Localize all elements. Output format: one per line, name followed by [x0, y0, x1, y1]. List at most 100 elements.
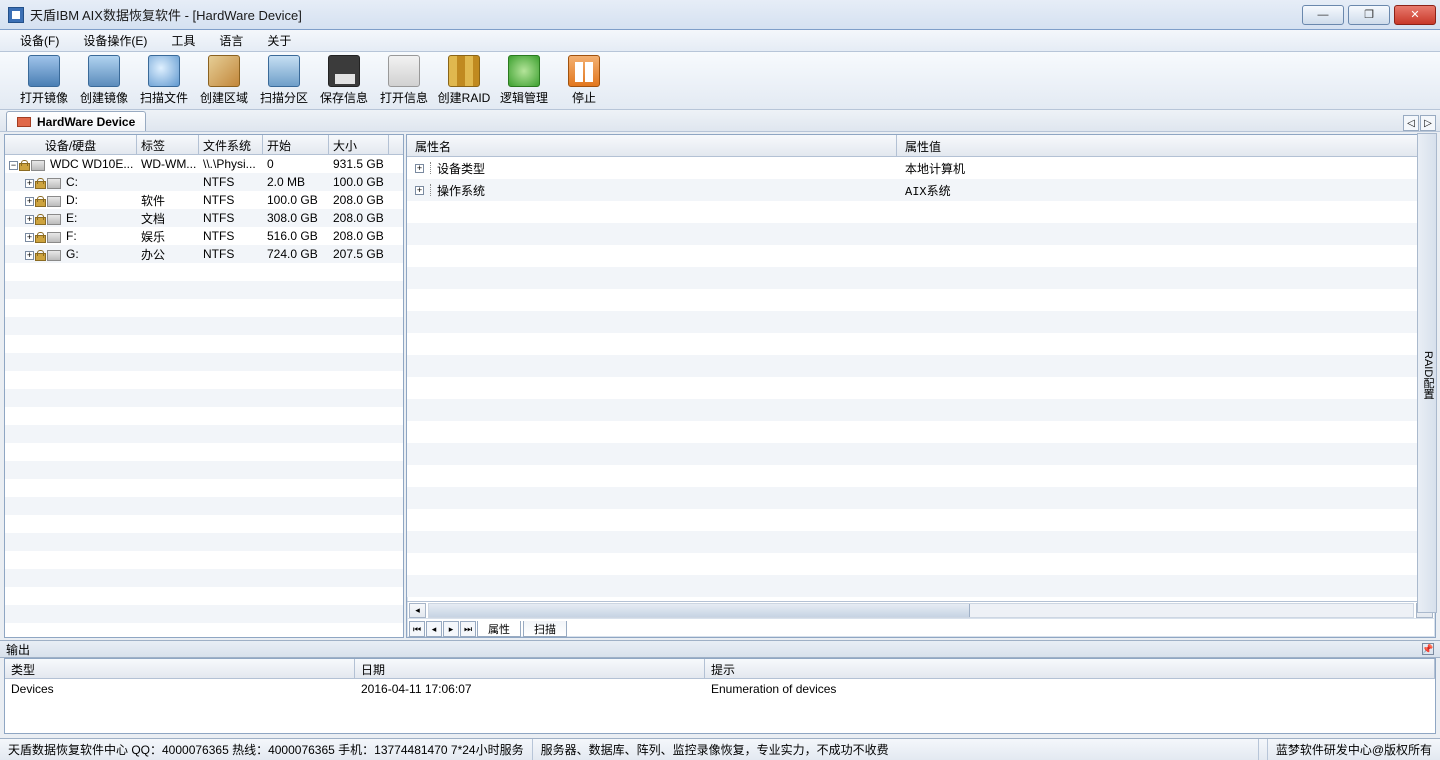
tb-open-info[interactable]: 打开信息	[374, 55, 434, 106]
hscrollbar[interactable]: ◂ ▸	[407, 602, 1435, 619]
device-grid-header: 设备/硬盘 标签 文件系统 开始 大小	[5, 135, 403, 155]
property-row-empty	[407, 443, 1435, 465]
tab-attributes[interactable]: 属性	[477, 621, 521, 637]
tab-hardware-device[interactable]: HardWare Device	[6, 111, 146, 131]
floppy-icon	[328, 55, 360, 87]
col-start[interactable]: 开始	[263, 135, 329, 154]
minimize-button[interactable]: —	[1302, 5, 1344, 25]
col-tag[interactable]: 标签	[137, 135, 199, 154]
table-row[interactable]: +C:NTFS2.0 MB100.0 GB	[5, 173, 403, 191]
document-tab-row: HardWare Device ◁ ▷	[0, 110, 1440, 132]
table-row-empty	[5, 533, 403, 551]
property-row-empty	[407, 311, 1435, 333]
tb-create-raid[interactable]: 创建RAID	[434, 55, 494, 106]
cell-size: 207.5 GB	[329, 246, 389, 262]
expand-icon[interactable]: +	[415, 164, 424, 173]
cell-fs: NTFS	[199, 228, 263, 244]
tb-stop[interactable]: 停止	[554, 55, 614, 106]
doctab-next[interactable]: ▷	[1420, 115, 1436, 131]
close-button[interactable]: ✕	[1394, 5, 1436, 25]
property-row-empty	[407, 201, 1435, 223]
property-row[interactable]: +操作系统AIX系统	[407, 179, 1435, 201]
lock-icon	[35, 196, 44, 207]
cell-tag: 软件	[137, 191, 199, 210]
volume-icon	[47, 250, 61, 261]
property-body[interactable]: +设备类型本地计算机+操作系统AIX系统	[407, 157, 1435, 601]
tb-scan-partition[interactable]: 扫描分区	[254, 55, 314, 106]
table-row-empty	[5, 587, 403, 605]
col-out-hint[interactable]: 提示	[705, 659, 1435, 678]
menu-tools[interactable]: 工具	[165, 30, 201, 51]
tb-logic-mgmt[interactable]: 逻辑管理	[494, 55, 554, 106]
tab-nav-first[interactable]: ⏮	[409, 621, 425, 637]
property-row-empty	[407, 333, 1435, 355]
menu-device[interactable]: 设备(F)	[14, 30, 65, 51]
expand-icon[interactable]: +	[25, 233, 34, 242]
scroll-left[interactable]: ◂	[409, 603, 426, 618]
tab-scan[interactable]: 扫描	[523, 621, 567, 637]
cell-fs: \\.\Physi...	[199, 156, 263, 172]
property-row-empty	[407, 421, 1435, 443]
tb-scan-files[interactable]: 扫描文件	[134, 55, 194, 106]
table-row[interactable]: +G:办公NTFS724.0 GB207.5 GB	[5, 245, 403, 263]
cell-device: G:	[66, 247, 79, 261]
cell-start: 516.0 GB	[263, 228, 329, 244]
expand-icon[interactable]: +	[25, 215, 34, 224]
expand-icon[interactable]: +	[415, 186, 424, 195]
table-row[interactable]: −WDC WD10E...WD-WM...\\.\Physi...0931.5 …	[5, 155, 403, 173]
col-prop-name[interactable]: 属性名	[407, 135, 897, 156]
tb-create-image[interactable]: 创建镜像	[74, 55, 134, 106]
table-row-empty	[5, 515, 403, 533]
tab-nav-last[interactable]: ⏭	[460, 621, 476, 637]
device-grid-body[interactable]: −WDC WD10E...WD-WM...\\.\Physi...0931.5 …	[5, 155, 403, 637]
property-row-empty	[407, 553, 1435, 575]
expand-icon[interactable]: −	[9, 161, 18, 170]
cell-start: 100.0 GB	[263, 192, 329, 208]
output-row[interactable]: Devices 2016-04-11 17:06:07 Enumeration …	[5, 679, 1435, 699]
scroll-thumb[interactable]	[429, 604, 970, 617]
col-device[interactable]: 设备/硬盘	[5, 135, 137, 154]
doctab-prev[interactable]: ◁	[1403, 115, 1419, 131]
tab-nav-next[interactable]: ▸	[443, 621, 459, 637]
cell-start: 2.0 MB	[263, 174, 329, 190]
expand-icon[interactable]: +	[25, 197, 34, 206]
cell-tag: 文档	[137, 209, 199, 228]
table-row-empty	[5, 389, 403, 407]
maximize-button[interactable]: ❐	[1348, 5, 1390, 25]
table-row[interactable]: +F:娱乐NTFS516.0 GB208.0 GB	[5, 227, 403, 245]
output-panel: 类型 日期 提示 Devices 2016-04-11 17:06:07 Enu…	[4, 658, 1436, 734]
table-row[interactable]: +D:软件NTFS100.0 GB208.0 GB	[5, 191, 403, 209]
lock-icon	[35, 178, 44, 189]
table-row-empty	[5, 551, 403, 569]
menu-about[interactable]: 关于	[261, 30, 297, 51]
property-row[interactable]: +设备类型本地计算机	[407, 157, 1435, 179]
menu-lang[interactable]: 语言	[213, 30, 249, 51]
tab-label: HardWare Device	[37, 115, 135, 129]
col-size[interactable]: 大小	[329, 135, 389, 154]
col-fs[interactable]: 文件系统	[199, 135, 263, 154]
expand-icon[interactable]: +	[25, 251, 34, 260]
tb-create-region[interactable]: 创建区域	[194, 55, 254, 106]
raid-side-tab[interactable]: RAID配置	[1417, 133, 1437, 613]
page-open-icon	[388, 55, 420, 87]
table-row[interactable]: +E:文档NTFS308.0 GB208.0 GB	[5, 209, 403, 227]
cell-device: D:	[66, 193, 78, 207]
disk-icon	[28, 55, 60, 87]
tb-save-info[interactable]: 保存信息	[314, 55, 374, 106]
col-prop-value[interactable]: 属性值	[897, 135, 1435, 156]
expand-icon[interactable]: +	[25, 179, 34, 188]
tab-nav-prev[interactable]: ◂	[426, 621, 442, 637]
cell-start: 724.0 GB	[263, 246, 329, 262]
scroll-track[interactable]	[428, 603, 1414, 618]
cell-device: C:	[66, 175, 78, 189]
col-out-type[interactable]: 类型	[5, 659, 355, 678]
cell-size: 931.5 GB	[329, 156, 389, 172]
pause-icon	[568, 55, 600, 87]
pin-icon[interactable]: 📌	[1422, 643, 1434, 655]
status-right: 蓝梦软件研发中心@版权所有	[1267, 739, 1440, 760]
col-out-date[interactable]: 日期	[355, 659, 705, 678]
menu-device-ops[interactable]: 设备操作(E)	[77, 30, 153, 51]
tb-open-image[interactable]: 打开镜像	[14, 55, 74, 106]
property-row-empty	[407, 487, 1435, 509]
cylinder-stack-icon	[268, 55, 300, 87]
